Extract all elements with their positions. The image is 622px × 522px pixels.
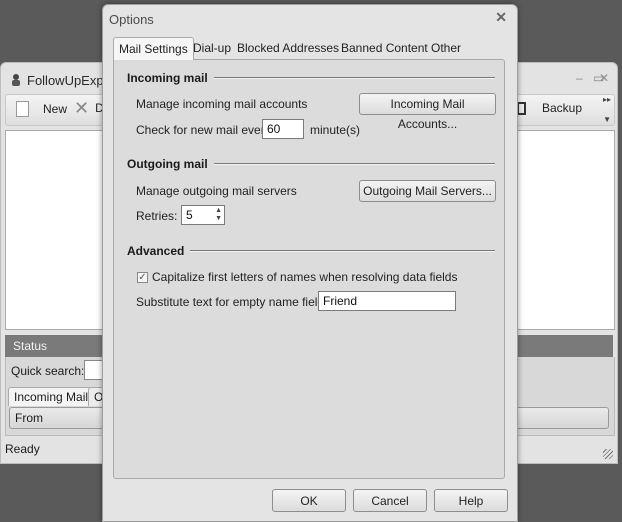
retries-label: Retries: <box>136 209 178 223</box>
tab-mail-settings[interactable]: Mail Settings <box>113 37 194 60</box>
outgoing-mail-heading: Outgoing mail <box>127 157 208 171</box>
options-dialog: Options ✕ Mail Settings Dial-up Blocked … <box>102 4 518 522</box>
ok-button[interactable]: OK <box>272 489 346 512</box>
tab-incoming-mail[interactable]: Incoming Mail <box>8 387 95 406</box>
quick-search-label: Quick search: <box>11 364 85 378</box>
tab-blocked-addresses[interactable]: Blocked Addresses <box>237 41 339 55</box>
backup-button[interactable]: Backup <box>516 101 582 115</box>
section-divider <box>213 163 495 165</box>
incoming-mail-accounts-button[interactable]: Incoming Mail Accounts... <box>359 93 496 131</box>
dialog-close-icon[interactable]: ✕ <box>495 9 507 26</box>
section-divider <box>190 250 495 252</box>
mail-settings-panel: Incoming mail Manage incoming mail accou… <box>113 59 505 479</box>
advanced-section-header: Advanced <box>127 244 495 258</box>
delete-x-icon: ✕ <box>74 98 90 118</box>
new-button-label: New <box>43 102 68 116</box>
incoming-mail-heading: Incoming mail <box>127 71 208 85</box>
close-icon[interactable]: ✕ <box>599 71 609 85</box>
retries-spinner[interactable]: 5 ▲ ▼ <box>181 205 225 225</box>
tab-banned-content[interactable]: Banned Content <box>341 41 428 55</box>
check-mail-label: Check for new mail every <box>136 123 271 137</box>
tab-dial-up[interactable]: Dial-up <box>193 41 231 55</box>
manage-outgoing-label: Manage outgoing mail servers <box>136 184 297 198</box>
delete-button[interactable]: ✕ D <box>74 98 104 118</box>
toolbar-dropdown-icon[interactable]: ▼ <box>603 115 611 124</box>
main-window-titlebar: FollowUpExpe <box>9 71 111 89</box>
substitute-text-label: Substitute text for empty name field: <box>136 295 328 309</box>
section-divider <box>213 77 495 79</box>
new-button[interactable]: New <box>16 101 67 117</box>
check-interval-input[interactable]: 60 <box>262 119 304 139</box>
retries-value: 5 <box>186 208 193 222</box>
capitalize-checkbox[interactable]: ✓ <box>137 272 148 283</box>
incoming-mail-section-header: Incoming mail <box>127 71 495 85</box>
backup-button-label: Backup <box>542 101 583 115</box>
tab-other[interactable]: Other <box>431 41 461 55</box>
app-icon <box>12 74 20 86</box>
new-document-icon <box>16 101 29 117</box>
outgoing-mail-servers-button[interactable]: Outgoing Mail Servers... <box>359 180 496 202</box>
capitalize-label: Capitalize first letters of names when r… <box>152 270 458 284</box>
dialog-title: Options <box>109 12 154 27</box>
resize-grip-icon[interactable] <box>603 449 613 459</box>
toolbar-overflow-icon[interactable]: ▸▸ <box>603 95 611 104</box>
minutes-unit-label: minute(s) <box>310 123 361 137</box>
outgoing-mail-section-header: Outgoing mail <box>127 157 495 171</box>
minimize-icon[interactable]: – <box>576 71 583 85</box>
main-window-title: FollowUpExpe <box>27 72 111 88</box>
advanced-heading: Advanced <box>127 244 185 258</box>
spinner-arrows-icon[interactable]: ▲ ▼ <box>215 207 222 223</box>
substitute-text-input[interactable]: Friend <box>318 291 456 311</box>
dialog-body: Mail Settings Dial-up Blocked Addresses … <box>111 35 507 480</box>
help-button[interactable]: Help <box>434 489 508 512</box>
cancel-button[interactable]: Cancel <box>353 489 427 512</box>
manage-incoming-label: Manage incoming mail accounts <box>136 97 308 111</box>
status-bar-text: Ready <box>5 442 40 456</box>
